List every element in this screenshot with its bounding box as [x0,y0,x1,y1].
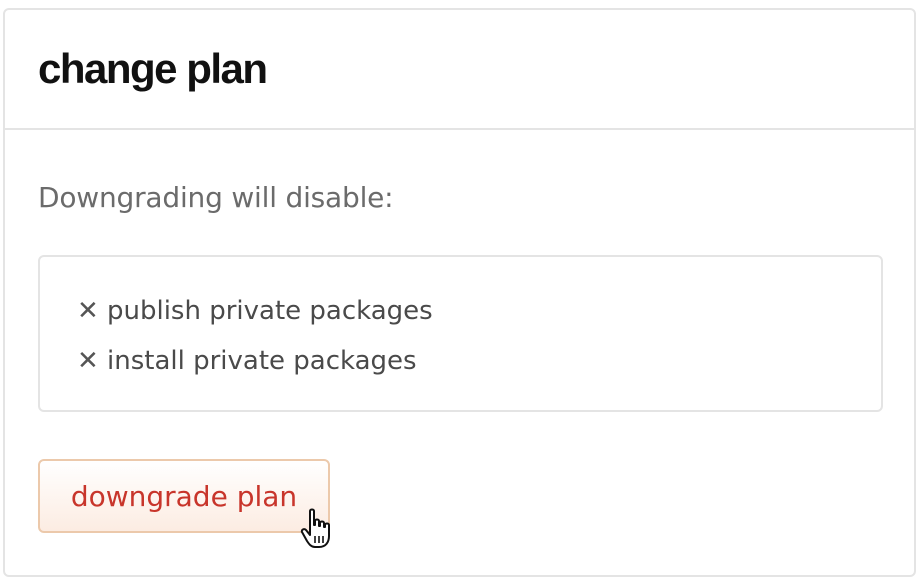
x-icon: ✕ [77,346,99,376]
downgrade-intro-text: Downgrading will disable: [38,181,394,214]
feature-label: publish private packages [107,296,433,326]
list-item: ✕ publish private packages [77,293,433,343]
hand-pointer-cursor-icon [300,508,330,548]
disabled-features-list: ✕ publish private packages ✕ install priva… [77,293,433,393]
card-header: change plan [5,10,914,130]
change-plan-card: change plan Downgrading will disable: ✕ p… [3,8,916,577]
downgrade-plan-button[interactable]: downgrade plan [38,459,330,533]
list-item: ✕ install private packages [77,343,433,393]
disabled-features-box: ✕ publish private packages ✕ install priva… [38,255,883,412]
page-title: change plan [38,45,268,92]
x-icon: ✕ [77,296,99,326]
feature-label: install private packages [107,346,417,376]
